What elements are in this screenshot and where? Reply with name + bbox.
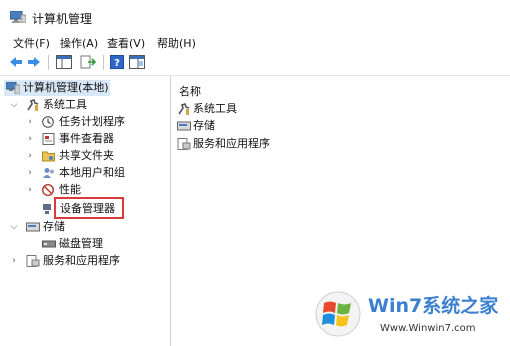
tools-icon (178, 103, 190, 115)
forward-icon[interactable] (27, 55, 41, 69)
tree-item-system-tools[interactable]: ⌵ 系统工具 (0, 97, 140, 113)
shared-folder-icon (42, 151, 55, 162)
tree-item-label: 存储 (43, 220, 65, 233)
event-viewer-icon (42, 133, 55, 145)
windows-logo-icon (315, 291, 361, 337)
chevron-right-icon[interactable]: › (26, 182, 34, 198)
tree-item-event-viewer[interactable]: › 事件查看器 (0, 131, 160, 147)
toolbar: ? (0, 50, 510, 76)
services-icon (26, 255, 40, 267)
column-header-name[interactable]: 名称 (179, 83, 201, 99)
toolbar-separator (48, 55, 49, 70)
watermark-brand: Win7系统之家 (368, 295, 499, 317)
back-icon[interactable] (9, 55, 23, 69)
clock-icon (42, 116, 54, 128)
chevron-down-icon[interactable]: ⌵ (10, 97, 18, 113)
tree-item-performance[interactable]: › 性能 (0, 182, 160, 198)
computer-management-icon (6, 82, 20, 94)
tree-item-label: 系统工具 (43, 98, 87, 111)
tree-item-shared-folders[interactable]: › 共享文件夹 (0, 148, 160, 164)
window-title: 计算机管理 (32, 12, 93, 26)
svg-text:?: ? (114, 58, 120, 69)
storage-icon (26, 222, 40, 232)
menu-help[interactable]: 帮助(H) (157, 35, 196, 51)
watermark: Win7系统之家 Www.Winwin7.com (312, 285, 508, 343)
list-item-label: 服务和应用程序 (193, 137, 270, 150)
performance-icon (42, 184, 54, 196)
tree-item-label: 本地用户和组 (59, 166, 125, 179)
tree-item-disk-management[interactable]: 磁盘管理 (0, 236, 160, 252)
tree-item-label: 服务和应用程序 (43, 254, 120, 267)
title-bar: 计算机管理 (0, 0, 510, 32)
chevron-right-icon[interactable]: › (10, 253, 18, 269)
highlight-box (54, 197, 124, 219)
services-icon (177, 138, 191, 150)
list-item-label: 系统工具 (193, 102, 237, 115)
computer-management-icon (10, 11, 26, 23)
help-icon[interactable]: ? (110, 55, 124, 69)
storage-icon (177, 121, 191, 131)
chevron-down-icon[interactable]: ⌵ (10, 219, 18, 235)
tree-item-services-apps[interactable]: › 服务和应用程序 (0, 253, 160, 269)
chevron-right-icon[interactable]: › (26, 148, 34, 164)
tree-item-root[interactable]: 计算机管理(本地) (4, 80, 110, 96)
watermark-url: Www.Winwin7.com (380, 323, 476, 334)
list-item[interactable]: 服务和应用程序 (177, 136, 337, 152)
chevron-right-icon[interactable]: › (26, 114, 34, 130)
chevron-right-icon[interactable]: › (26, 165, 34, 181)
export-list-icon[interactable] (80, 55, 96, 69)
list-item[interactable]: 存储 (177, 118, 297, 134)
show-hide-tree-icon[interactable] (56, 55, 72, 69)
list-item-label: 存储 (193, 119, 215, 132)
disk-icon (42, 240, 56, 248)
tree-item-storage[interactable]: ⌵ 存储 (0, 219, 160, 235)
menu-view[interactable]: 查看(V) (107, 35, 145, 51)
tree-item-label: 事件查看器 (59, 132, 114, 145)
tree-item-label: 共享文件夹 (59, 149, 114, 162)
toolbar-separator (103, 55, 104, 70)
tree-item-task-scheduler[interactable]: › 任务计划程序 (0, 114, 160, 130)
properties-icon[interactable] (129, 55, 145, 69)
menu-file[interactable]: 文件(F) (13, 35, 50, 51)
users-icon (43, 168, 54, 178)
menu-bar: 文件(F) 操作(A) 查看(V) 帮助(H) (0, 32, 510, 50)
chevron-right-icon[interactable]: › (26, 131, 34, 147)
tree-item-label: 任务计划程序 (59, 115, 125, 128)
tree-item-label: 性能 (59, 183, 81, 196)
tree-item-local-users[interactable]: › 本地用户和组 (0, 165, 160, 181)
menu-action[interactable]: 操作(A) (60, 35, 98, 51)
tree-item-label: 磁盘管理 (59, 237, 103, 250)
list-item[interactable]: 系统工具 (177, 101, 297, 117)
tree-item-label: 计算机管理(本地) (23, 81, 109, 94)
tools-icon (27, 99, 39, 111)
